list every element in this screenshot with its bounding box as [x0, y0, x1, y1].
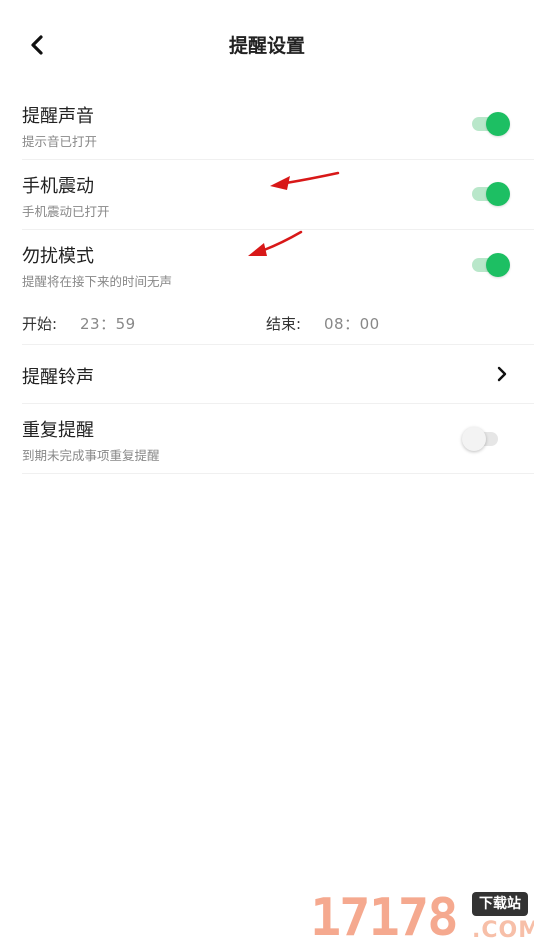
watermark-number: 17178 — [310, 888, 459, 948]
watermark-suffix: .COM — [472, 918, 534, 943]
annotation-overlay — [248, 171, 340, 256]
watermark-logo: 17178 下载站 .COM — [310, 888, 534, 948]
watermark-badge: 下载站 — [472, 892, 528, 916]
annotation-arrow-icon — [270, 171, 340, 190]
annotation-arrow-icon — [248, 230, 303, 256]
reminder-settings-page: 提醒设置 提醒声音 提示音已打开 手机震动 手机震动已打开 勿扰模式 提醒将在接… — [0, 0, 534, 950]
